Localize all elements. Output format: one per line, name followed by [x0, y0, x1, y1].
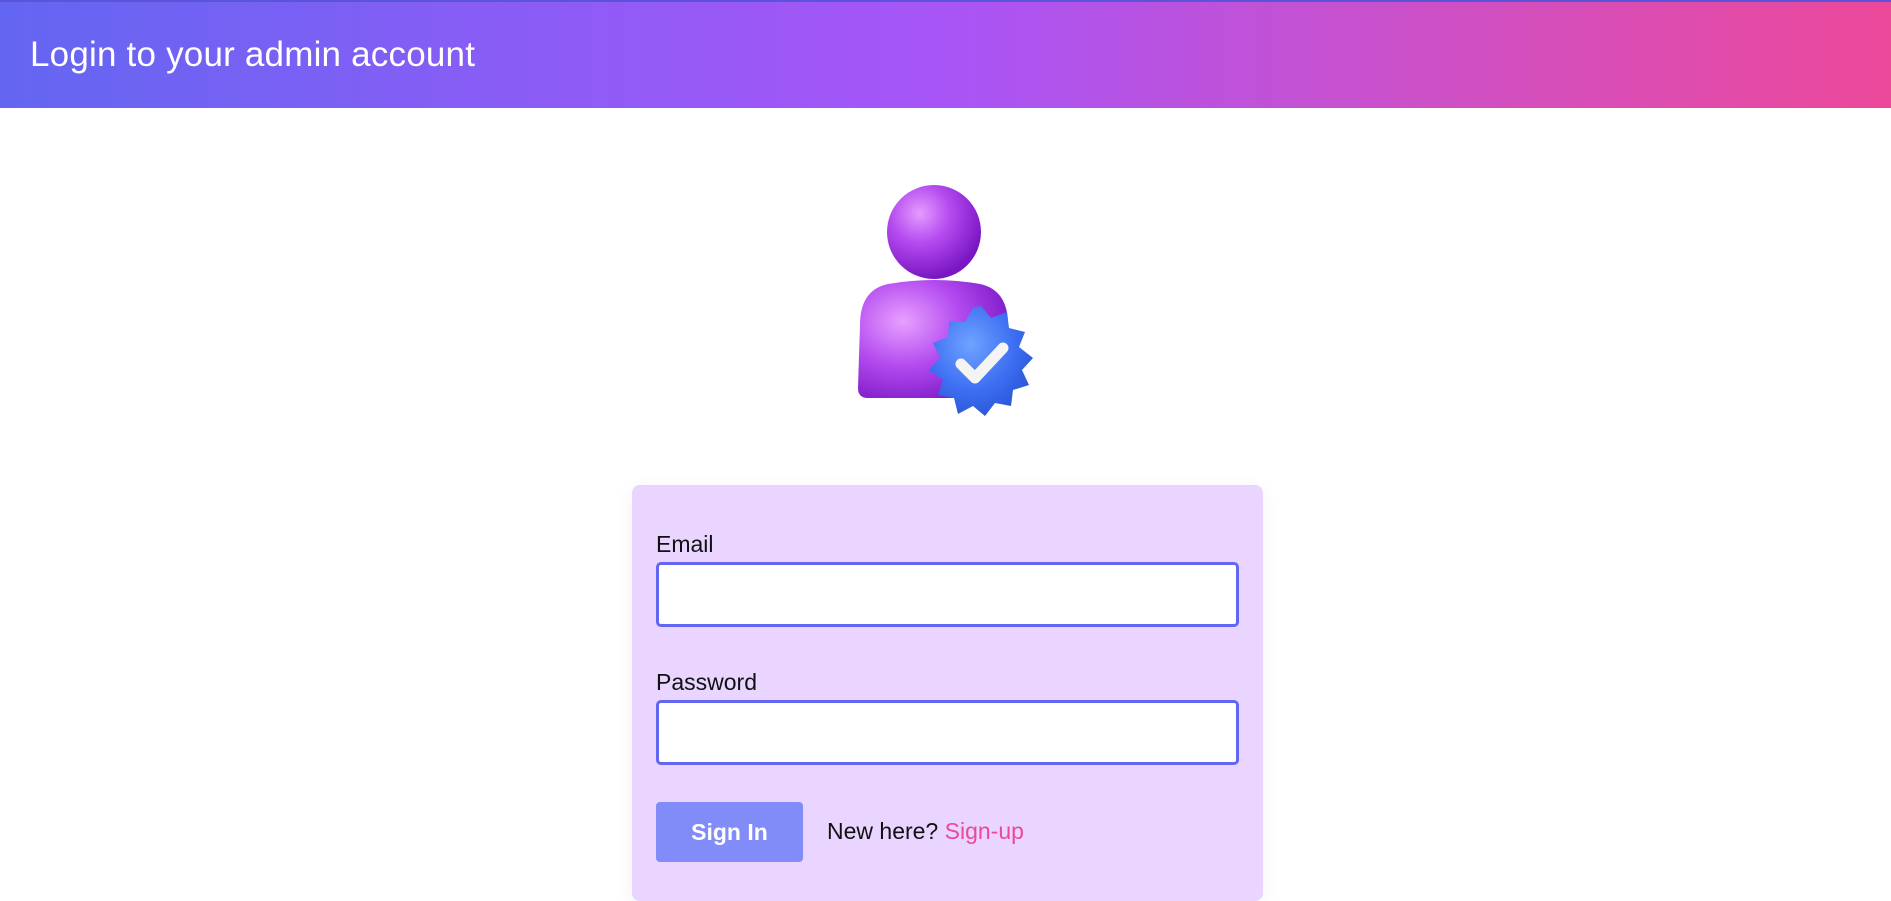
sign-in-button[interactable]: Sign In	[656, 802, 803, 862]
password-field[interactable]	[656, 700, 1239, 765]
page-title: Login to your admin account	[30, 35, 476, 74]
email-field[interactable]	[656, 562, 1239, 627]
email-label: Email	[656, 531, 714, 557]
password-label: Password	[656, 669, 757, 695]
verified-admin-user-icon	[848, 180, 1048, 420]
login-card: Email Password Sign In New here? Sign-up	[632, 485, 1263, 901]
signup-prompt-row: New here? Sign-up	[827, 818, 1024, 845]
top-header-bar: Login to your admin account	[0, 0, 1891, 108]
sign-up-link[interactable]: Sign-up	[945, 818, 1024, 844]
signup-prompt-text: New here?	[827, 818, 939, 844]
